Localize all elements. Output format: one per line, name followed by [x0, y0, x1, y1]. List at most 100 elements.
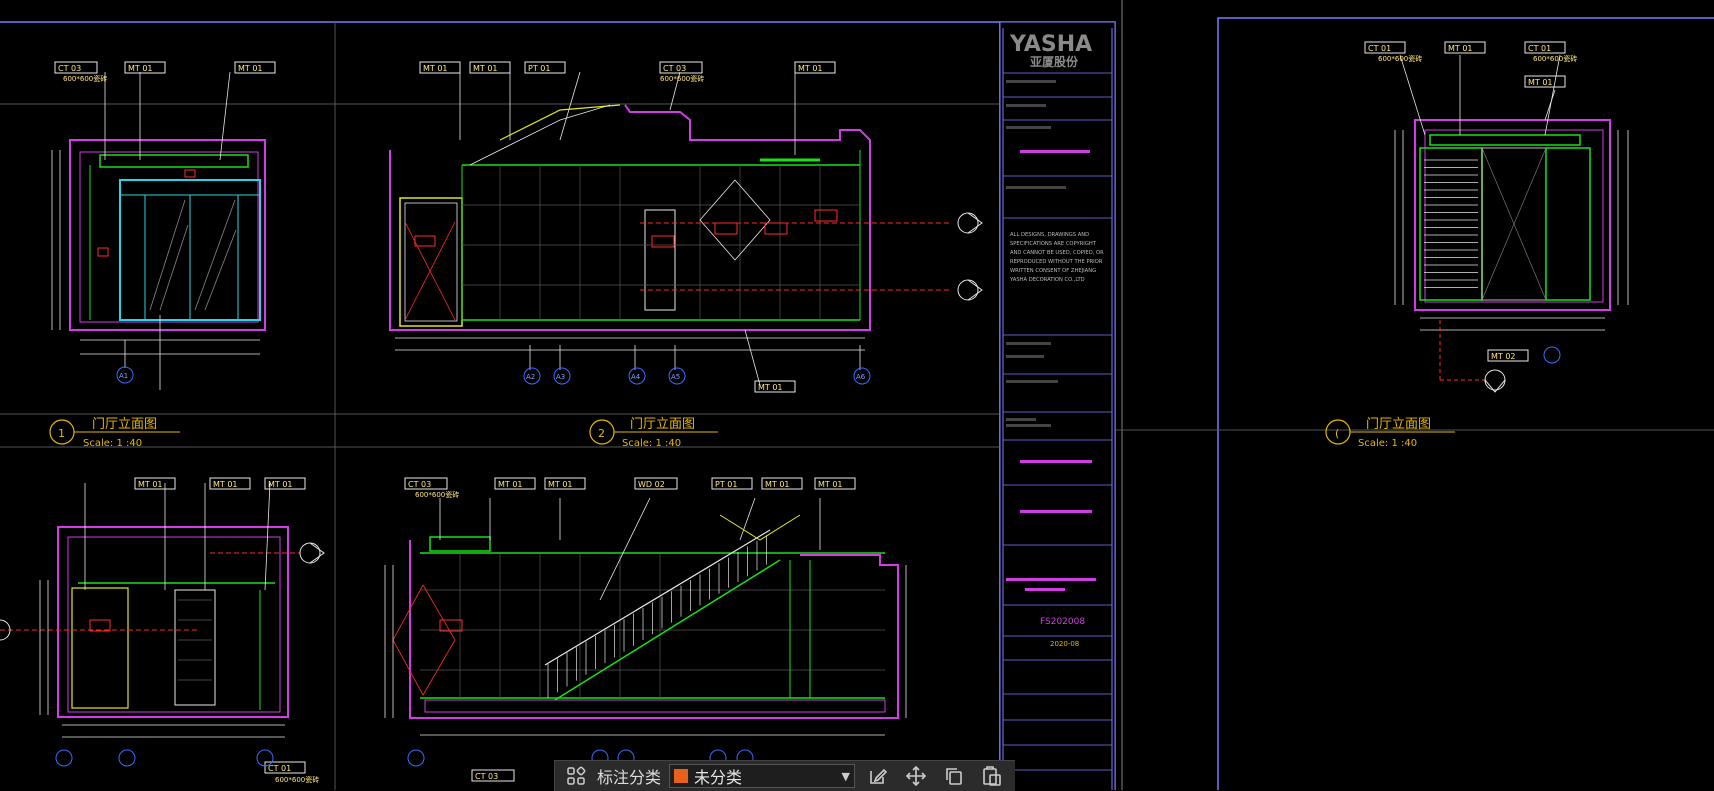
tag-mt01-v5a[interactable]: MT 01	[1444, 41, 1486, 54]
view-title-2[interactable]: 2 门厅立面图 Scale: 1 :40	[589, 417, 718, 449]
view-number: 2	[598, 427, 605, 440]
grid-apps-icon[interactable]	[563, 763, 589, 789]
tag-text: CT 03	[58, 64, 81, 73]
axis-bubble[interactable]: A6	[853, 367, 871, 385]
tag-text: MT 01	[213, 480, 238, 489]
tag-mt01-v1[interactable]: MT 01	[124, 61, 166, 74]
move-button[interactable]	[901, 763, 931, 789]
section-marker[interactable]	[1484, 369, 1506, 393]
tag-mt01-v2a[interactable]: MT 01	[419, 61, 461, 74]
tag-text: MT 01	[798, 64, 823, 73]
tag-mt01-v2d[interactable]: MT 01	[754, 380, 796, 393]
tag-mt01-v4a[interactable]: MT 01	[494, 477, 536, 490]
tag-mt01-v2c[interactable]: MT 01	[794, 61, 836, 74]
axis-bubble[interactable]	[55, 749, 274, 767]
annotation-category-label: 标注分类	[597, 768, 662, 787]
elevation-view-5[interactable]	[1394, 54, 1629, 381]
tag-pt01-v4[interactable]: PT 01	[711, 477, 753, 490]
tag-mt01-v4d[interactable]: MT 01	[814, 477, 856, 490]
view-number: 1	[58, 427, 65, 440]
elevation-view-1[interactable]	[51, 71, 266, 390]
tag-mt01-v3c[interactable]: MT 01	[264, 477, 306, 490]
copy-button[interactable]	[939, 763, 969, 789]
section-marker[interactable]	[957, 212, 983, 301]
view-title: 门厅立面图	[1366, 417, 1431, 432]
tag-pt01-v2[interactable]: PT 01	[524, 61, 566, 74]
category-select[interactable]: 未分类 ▼	[669, 764, 856, 788]
note-line: AND CANNOT BE USED, COPIED, OR	[1010, 250, 1104, 256]
tag-mt01-v4c[interactable]: MT 01	[761, 477, 803, 490]
drawing-date: 2020-08	[1050, 640, 1079, 648]
note-line: SPECIFICATIONS ARE COPYRIGHT	[1010, 241, 1097, 247]
tag-text: CT 03	[408, 480, 431, 489]
brand-logo-cn: 亚厦股份	[1030, 54, 1079, 69]
view-scale: Scale: 1 :40	[1358, 438, 1417, 449]
cad-drawing-canvas[interactable]: CT 03 600*600瓷砖 MT 01 MT 01 A1 CT 03 600…	[0, 0, 1714, 790]
view-title: 门厅立面图	[630, 417, 695, 432]
tag-text: WD 02	[638, 480, 665, 489]
tag-wd02-v4[interactable]: WD 02	[634, 477, 678, 490]
brand-logo-text: YASHA	[1009, 32, 1092, 57]
tag-text: MT 01	[498, 480, 523, 489]
tag-sub: 600*600瓷砖	[660, 74, 704, 83]
tag-text: MT 01	[1448, 44, 1473, 53]
elevation-view-2[interactable]	[389, 71, 950, 386]
tag-mt01-v3a[interactable]: MT 01	[134, 477, 176, 490]
axis-bubble[interactable]: A3	[553, 367, 571, 385]
tag-mt02-v5[interactable]: MT 02	[1487, 349, 1529, 362]
note-line: WRITTEN CONSENT OF ZHEJIANG	[1010, 268, 1096, 274]
section-marker[interactable]	[0, 542, 325, 641]
view-scale: Scale: 1 :40	[622, 438, 681, 449]
tag-text: MT 01	[818, 480, 843, 489]
axis-bubble[interactable]: A4	[628, 367, 646, 385]
tag-sub: 600*600瓷砖	[275, 775, 319, 784]
edit-button[interactable]	[863, 763, 893, 789]
tag-mt01-v3b[interactable]: MT 01	[209, 477, 251, 490]
tag-ct01-v5[interactable]: CT 01 600*600瓷砖	[1364, 41, 1422, 63]
axis-label: A4	[631, 373, 641, 381]
tag-text: PT 01	[528, 64, 550, 73]
tag-sub: 600*600瓷砖	[63, 74, 107, 83]
tag-ct01-v5b[interactable]: CT 01 600*600瓷砖	[1524, 41, 1577, 63]
tag-mt01-v2b[interactable]: MT 01	[469, 61, 511, 74]
project-number: FS202008	[1040, 617, 1085, 627]
tag-ct01-v3[interactable]: CT 01 600*600瓷砖	[264, 761, 319, 784]
paste-button[interactable]	[977, 763, 1007, 789]
grid-lines	[0, 22, 1714, 790]
tag-text: MT 02	[1491, 352, 1516, 361]
tag-text: MT 01	[548, 480, 573, 489]
elevation-view-3[interactable]	[0, 482, 300, 738]
tag-mt01-v1b[interactable]: MT 01	[234, 61, 276, 74]
tag-text: MT 01	[765, 480, 790, 489]
tag-text: MT 01	[238, 64, 263, 73]
axis-bubble[interactable]: A1	[116, 366, 134, 384]
tag-ct03-v1[interactable]: CT 03 600*600瓷砖	[54, 61, 107, 83]
elevation-view-4[interactable]	[384, 497, 907, 736]
tag-text: CT 01	[1368, 44, 1391, 53]
chevron-down-icon: ▼	[841, 769, 851, 783]
view-scale: Scale: 1 :40	[83, 438, 142, 449]
tag-mt01-v4b[interactable]: MT 01	[544, 477, 586, 490]
tag-text: MT 01	[128, 64, 153, 73]
tag-ct03-v4[interactable]: CT 03 600*600瓷砖	[404, 477, 459, 499]
view-title-3[interactable]: ( 门厅立面图 Scale: 1 :40	[1325, 417, 1455, 449]
view-title-1[interactable]: 1 门厅立面图 Scale: 1 :40	[49, 417, 180, 449]
axis-label: A2	[526, 373, 535, 381]
note-line: REPRODUCED WITHOUT THE PRIOR	[1010, 259, 1103, 265]
note-line: YASHA DECORATION CO.,LTD	[1009, 277, 1085, 283]
tag-text: MT 01	[758, 383, 783, 392]
view-number: (	[1335, 427, 1339, 440]
axis-label: A6	[856, 373, 866, 381]
tag-ct03-v4b[interactable]: CT 03	[471, 769, 515, 782]
color-swatch	[674, 769, 689, 783]
title-block[interactable]: YASHA 亚厦股份 ALL DESIGNS, DRAWINGS AND SPEC…	[999, 21, 1116, 790]
axis-bubble[interactable]: A5	[668, 367, 686, 385]
tag-ct03-v2[interactable]: CT 03 600*600瓷砖	[659, 61, 704, 83]
annotation-toolbar: 标注分类 未分类 ▼	[554, 760, 1015, 791]
axis-bubble[interactable]: A2	[523, 367, 541, 385]
axis-bubble[interactable]	[1543, 346, 1561, 364]
tag-text: MT 01	[1528, 78, 1553, 87]
tag-text: CT 03	[663, 64, 686, 73]
tag-mt01-v5b[interactable]: MT 01	[1524, 75, 1566, 88]
tag-sub: 600*600瓷砖	[415, 490, 459, 499]
